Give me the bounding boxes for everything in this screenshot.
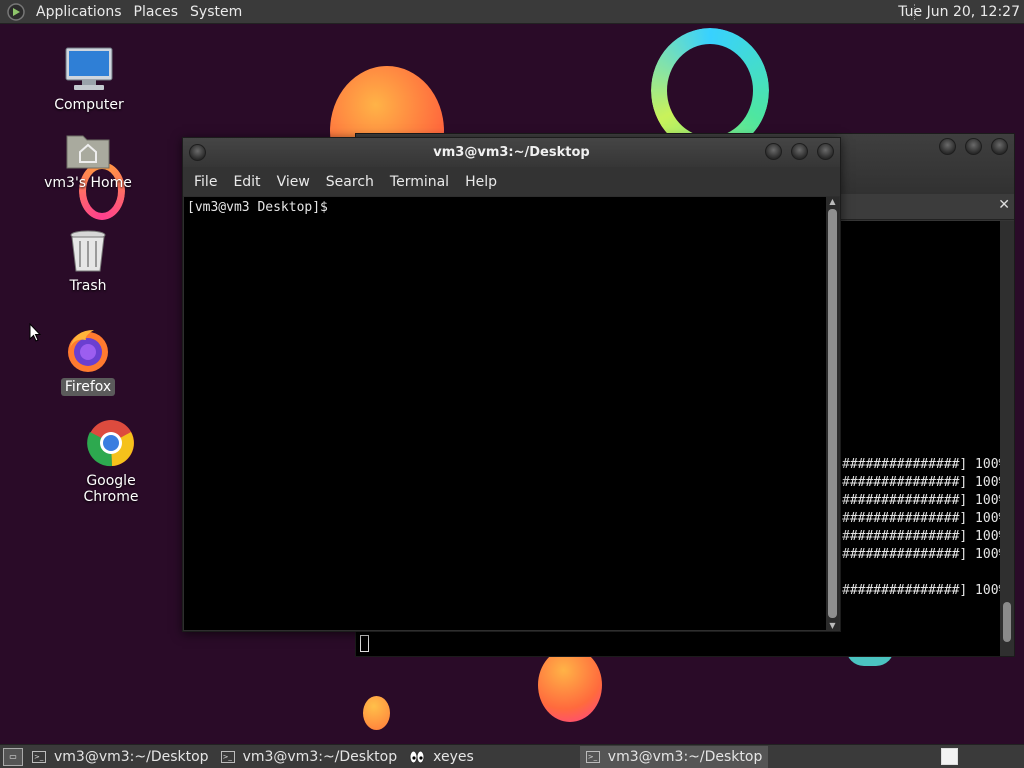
text-cursor	[360, 635, 369, 652]
mouse-pointer-icon	[29, 323, 41, 342]
clock[interactable]: Tue Jun 20, 12:27	[898, 0, 1020, 24]
desktop-icon-label: Computer	[54, 97, 124, 113]
progress-line: ###############] 100%	[842, 493, 1007, 508]
close-button[interactable]	[991, 138, 1008, 155]
progress-line: ###############] 100%	[842, 511, 1007, 526]
scroll-up-icon[interactable]: ▲	[826, 197, 839, 206]
desktop-icon-label: vm3's Home	[44, 175, 132, 191]
desktop-icon-chrome[interactable]: Google Chrome	[56, 418, 166, 506]
chrome-icon	[87, 420, 134, 467]
window-menu-button[interactable]	[189, 144, 206, 161]
progress-line: ###############] 100%	[842, 547, 1007, 562]
taskbar-item-label: vm3@vm3:~/Desktop	[242, 748, 398, 765]
places-menu[interactable]: Places	[128, 0, 185, 24]
terminal-icon: >_	[220, 750, 235, 763]
close-icon[interactable]: ✕	[998, 197, 1010, 213]
window-controls	[765, 143, 834, 160]
progress-line: ###############] 100%	[842, 475, 1007, 490]
terminal-titlebar[interactable]: vm3@vm3:~/Desktop	[183, 138, 840, 167]
progress-line: ###############] 100%	[842, 457, 1007, 472]
taskbar-item-xeyes[interactable]: xeyes	[403, 746, 480, 768]
shell-prompt: [vm3@vm3 Desktop]$	[187, 200, 328, 215]
terminal-icon: >_	[32, 750, 46, 763]
desktop-icon-label: Firefox	[60, 378, 116, 396]
taskbar-item-label: vm3@vm3:~/Desktop	[54, 748, 209, 765]
show-desktop-icon[interactable]: ▭	[3, 747, 23, 766]
vertical-scrollbar[interactable]	[1000, 221, 1014, 656]
maximize-button[interactable]	[965, 138, 982, 155]
home-folder-icon	[66, 135, 110, 169]
desktop-icon-label: Trash	[69, 278, 107, 294]
eyes-icon	[409, 750, 425, 763]
terminal-icon: >_	[585, 750, 600, 763]
taskbar-item-terminal-active[interactable]: >_ vm3@vm3:~/Desktop	[579, 745, 769, 768]
computer-icon	[65, 47, 113, 90]
progress-line: ###############] 100%	[842, 583, 1007, 598]
scroll-down-icon[interactable]: ▼	[826, 621, 839, 630]
taskbar-item-label: xeyes	[433, 748, 474, 765]
workspace-switcher[interactable]	[941, 748, 958, 765]
terminal-output[interactable]: [vm3@vm3 Desktop]$	[184, 197, 826, 630]
applications-menu[interactable]: Applications	[30, 0, 128, 24]
menu-search[interactable]: Search	[319, 174, 381, 190]
desktop-icon-computer[interactable]: Computer	[34, 46, 144, 114]
menu-view[interactable]: View	[270, 174, 317, 190]
window-title: vm3@vm3:~/Desktop	[433, 145, 590, 160]
terminal-menubar: File Edit View Search Terminal Help	[183, 167, 840, 196]
system-menu[interactable]: System	[184, 0, 248, 24]
scrollbar-thumb[interactable]	[1003, 602, 1011, 642]
window-controls	[939, 138, 1008, 155]
terminal-window[interactable]: vm3@vm3:~/Desktop File Edit View Search …	[182, 137, 841, 632]
taskbar-item-terminal[interactable]: >_ vm3@vm3:~/Desktop	[26, 746, 215, 768]
progress-line: ###############] 100%	[842, 529, 1007, 544]
desktop-icon-home[interactable]: vm3's Home	[33, 130, 143, 192]
trash-icon	[70, 230, 106, 272]
firefox-icon	[68, 330, 108, 372]
vertical-scrollbar[interactable]: ▲ ▼	[826, 197, 839, 630]
scrollbar-thumb[interactable]	[828, 209, 837, 618]
wallpaper-shape	[538, 648, 602, 722]
distro-logo-icon[interactable]	[6, 2, 26, 22]
taskbar-item-terminal[interactable]: >_ vm3@vm3:~/Desktop	[215, 746, 404, 768]
menu-edit[interactable]: Edit	[226, 174, 267, 190]
wallpaper-shape	[363, 696, 390, 730]
desktop-icon-firefox[interactable]: Firefox	[33, 326, 143, 396]
top-panel: Applications Places System Tue Jun 20, 1…	[0, 0, 1024, 24]
menu-terminal[interactable]: Terminal	[383, 174, 456, 190]
menu-file[interactable]: File	[187, 174, 224, 190]
desktop-icon-label: Google Chrome	[83, 473, 139, 505]
menu-help[interactable]: Help	[458, 174, 504, 190]
bottom-taskbar: ▭ >_ vm3@vm3:~/Desktop >_ vm3@vm3:~/Desk…	[0, 744, 1024, 768]
maximize-button[interactable]	[791, 143, 808, 160]
minimize-button[interactable]	[939, 138, 956, 155]
close-button[interactable]	[817, 143, 834, 160]
taskbar-item-label: vm3@vm3:~/Desktop	[607, 748, 763, 765]
minimize-button[interactable]	[765, 143, 782, 160]
desktop-icon-trash[interactable]: Trash	[33, 229, 143, 295]
